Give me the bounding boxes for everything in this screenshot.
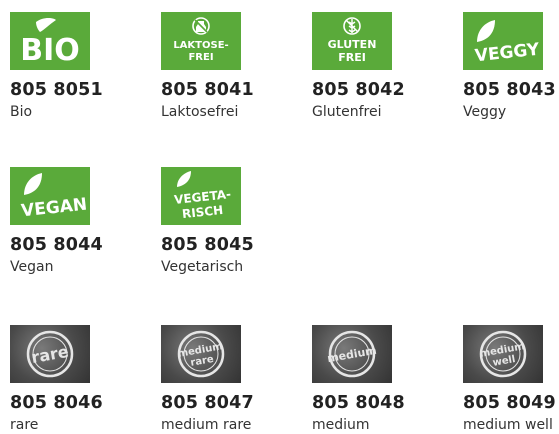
product-code: 805 8046 [10,393,103,413]
svg-text:VEGAN: VEGAN [20,195,88,222]
medium-badge: medium [312,325,392,383]
lactose-free-icon: LAKTOSE- FREI [173,17,229,63]
svg-text:GLUTEN: GLUTEN [328,38,377,51]
product-code: 805 8045 [161,235,254,255]
product-glutenfrei: GLUTEN FREI 805 8042 Glutenfrei [312,12,452,120]
leaf-icon: VEGGY [474,20,541,67]
svg-text:medium: medium [326,344,377,365]
glutenfrei-badge: GLUTEN FREI [312,12,392,70]
veggy-badge: VEGGY [463,12,543,70]
leaf-icon: VEGAN [20,173,88,222]
product-code: 805 8041 [161,80,254,100]
medium-well-badge: medium well [463,325,543,383]
product-medium-well: medium well 805 8049 medium well [463,325,559,433]
product-name: Laktosefrei [161,104,239,120]
bio-badge: BIO [10,12,90,70]
product-code: 805 8049 [463,393,556,413]
product-rare: rare 805 8046 rare [10,325,150,433]
product-laktosefrei: LAKTOSE- FREI 805 8041 Laktosefrei [161,12,301,120]
product-name: Bio [10,104,33,120]
bio-leaf-icon: BIO [20,18,80,68]
product-name: medium well [463,417,553,433]
product-code: 805 8044 [10,235,103,255]
product-code: 805 8047 [161,393,254,413]
product-code: 805 8042 [312,80,405,100]
product-name: Vegetarisch [161,259,244,275]
svg-text:VEGETA-: VEGETA- [173,187,231,207]
product-name: Vegan [10,259,54,275]
product-code: 805 8048 [312,393,405,413]
medium-rare-badge: medium rare [161,325,241,383]
product-medium-rare: medium rare 805 8047 medium rare [161,325,301,433]
stamp-icon: medium rare [177,330,225,378]
svg-text:VEGGY: VEGGY [474,40,541,67]
product-code: 805 8051 [10,80,103,100]
laktosefrei-badge: LAKTOSE- FREI [161,12,241,70]
svg-text:FREI: FREI [188,52,213,63]
stamp-icon: rare [26,330,74,378]
stamp-icon: medium [326,330,378,378]
product-name: rare [10,417,39,433]
svg-text:LAKTOSE-: LAKTOSE- [173,40,228,51]
leaf-icon: VEGETA- RISCH [173,171,232,221]
product-name: Glutenfrei [312,104,382,120]
product-bio: BIO 805 8051 Bio [10,12,150,120]
product-veggy: VEGGY 805 8043 Veggy [463,12,559,120]
product-name: medium [312,417,370,433]
svg-text:FREI: FREI [338,51,366,64]
product-vegan: VEGAN 805 8044 Vegan [10,167,150,275]
rare-badge: rare [10,325,90,383]
product-vegetarisch: VEGETA- RISCH 805 8045 Vegetarisch [161,167,301,275]
product-name: Veggy [463,104,507,120]
vegetarisch-badge: VEGETA- RISCH [161,167,241,225]
product-medium: medium 805 8048 medium [312,325,452,433]
gluten-free-icon: GLUTEN FREI [328,17,377,64]
product-name: medium rare [161,417,252,433]
product-code: 805 8043 [463,80,556,100]
svg-text:BIO: BIO [20,33,80,68]
svg-text:RISCH: RISCH [181,203,223,221]
stamp-icon: medium well [479,330,527,378]
vegan-badge: VEGAN [10,167,90,225]
